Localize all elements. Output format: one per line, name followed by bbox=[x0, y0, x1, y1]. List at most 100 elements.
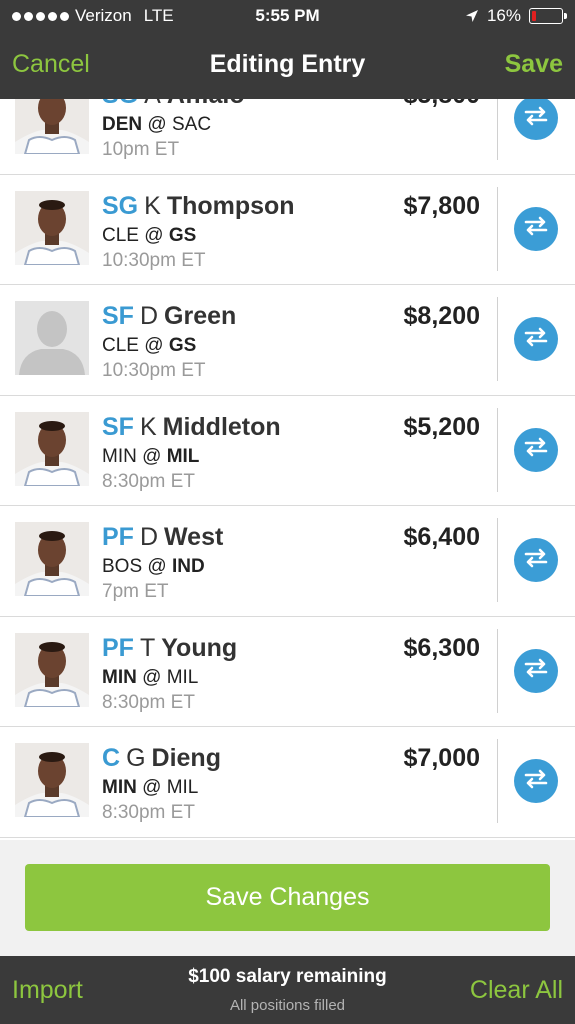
game-time: 8:30pm ET bbox=[102, 802, 195, 823]
player-initial: K bbox=[144, 191, 161, 220]
location-arrow-icon bbox=[465, 9, 479, 23]
player-position: SG bbox=[102, 191, 139, 220]
player-avatar bbox=[15, 522, 89, 596]
player-matchup: MIN @ MIL bbox=[102, 775, 480, 801]
matchup-at: @ bbox=[147, 114, 167, 135]
player-last-name: Dieng bbox=[151, 744, 221, 772]
matchup-at: @ bbox=[142, 666, 162, 688]
player-salary: $6,300 bbox=[403, 633, 480, 662]
game-time: 10pm ET bbox=[102, 139, 180, 160]
swap-player-button[interactable] bbox=[514, 427, 558, 472]
player-avatar bbox=[15, 411, 89, 486]
player-avatar bbox=[15, 632, 89, 707]
player-salary: $6,400 bbox=[403, 523, 480, 551]
home-team: MIL bbox=[166, 666, 199, 688]
save-changes-button[interactable]: Save Changes bbox=[25, 864, 550, 931]
away-team: CLE bbox=[102, 335, 139, 356]
player-row[interactable]: SF K Middleton MIN @ MIL 8:30pm ET $5,200 bbox=[0, 395, 575, 506]
player-position: PF bbox=[102, 633, 134, 662]
player-matchup: CLE @ GS bbox=[102, 333, 480, 359]
swap-arrows-icon bbox=[523, 436, 549, 463]
game-time: 10:30pm ET bbox=[102, 360, 206, 381]
game-time: 8:30pm ET bbox=[102, 691, 195, 713]
player-row[interactable]: SG K Thompson CLE @ GS 10:30pm ET $7,800 bbox=[0, 174, 575, 285]
player-last-name: Thompson bbox=[166, 191, 295, 220]
header: Verizon LTE 5:55 PM 16% Cancel Editing E… bbox=[0, 0, 575, 99]
player-position: C bbox=[102, 744, 121, 772]
player-initial: G bbox=[126, 744, 146, 772]
home-team: GS bbox=[168, 224, 197, 246]
matchup-at: @ bbox=[142, 445, 162, 467]
player-matchup: MIN @ MIL bbox=[102, 444, 480, 470]
row-divider bbox=[497, 297, 498, 381]
player-list[interactable]: SGAAfflaloDEN @ SAC10pm ET$5,800SGKThomp… bbox=[0, 64, 575, 838]
swap-player-button[interactable] bbox=[514, 759, 558, 803]
player-last-name: West bbox=[164, 523, 224, 551]
swap-player-button[interactable] bbox=[514, 538, 558, 582]
bottom-bar: Import $100 salary remaining All positio… bbox=[0, 956, 575, 1024]
matchup-at: @ bbox=[144, 335, 164, 356]
player-position: SF bbox=[102, 302, 134, 330]
player-matchup: MIN @ MIL bbox=[102, 665, 480, 691]
away-team: MIN bbox=[102, 777, 137, 798]
swap-player-button[interactable] bbox=[514, 648, 558, 693]
page-title: Editing Entry bbox=[209, 50, 366, 78]
player-initial: K bbox=[139, 412, 157, 441]
player-row[interactable]: PF T Young MIN @ MIL 8:30pm ET $6,300 bbox=[0, 616, 575, 727]
game-time: 7pm ET bbox=[102, 581, 169, 602]
away-team: DEN bbox=[102, 114, 143, 135]
swap-arrows-icon bbox=[523, 326, 549, 353]
player-initial: D bbox=[139, 523, 159, 551]
home-team: GS bbox=[168, 335, 197, 356]
battery-icon bbox=[529, 8, 567, 24]
player-salary: $5,200 bbox=[403, 412, 480, 441]
row-divider bbox=[497, 628, 498, 713]
player-last-name: Middleton bbox=[162, 412, 281, 441]
player-row[interactable]: PF D West BOS @ IND 7pm ET $6,400 bbox=[0, 506, 575, 617]
player-avatar bbox=[15, 743, 89, 817]
player-position: SF bbox=[102, 412, 134, 441]
player-salary: $7,000 bbox=[403, 744, 480, 772]
editing-entry-screen: SGAAfflaloDEN @ SAC10pm ET$5,800SGKThomp… bbox=[0, 0, 575, 1024]
away-team: MIN bbox=[102, 445, 137, 467]
swap-arrows-icon bbox=[523, 215, 549, 242]
home-team: SAC bbox=[171, 114, 212, 135]
status-bar: Verizon LTE 5:55 PM 16% bbox=[0, 0, 575, 32]
save-button[interactable]: Save bbox=[505, 50, 563, 79]
battery-percent: 16% bbox=[486, 6, 521, 25]
swap-player-button[interactable] bbox=[514, 206, 558, 251]
away-team: BOS bbox=[102, 556, 143, 577]
row-divider bbox=[497, 518, 498, 602]
swap-player-button[interactable] bbox=[514, 96, 558, 140]
matchup-at: @ bbox=[147, 556, 167, 577]
clear-all-button[interactable]: Clear All bbox=[470, 976, 563, 1005]
player-avatar bbox=[15, 301, 89, 375]
swap-arrows-icon bbox=[523, 657, 549, 684]
player-initial: T bbox=[139, 633, 156, 662]
status-right: 16% bbox=[465, 6, 567, 26]
player-position: PF bbox=[102, 523, 134, 551]
player-row[interactable]: C G Dieng MIN @ MIL 8:30pm ET $7,000 bbox=[0, 727, 575, 838]
swap-arrows-icon bbox=[523, 547, 549, 574]
player-matchup: BOS @ IND bbox=[102, 554, 480, 580]
swap-arrows-icon bbox=[523, 768, 549, 795]
player-salary: $8,200 bbox=[403, 302, 480, 330]
player-last-name: Young bbox=[161, 633, 238, 662]
player-initial: D bbox=[139, 302, 159, 330]
game-time: 8:30pm ET bbox=[102, 470, 195, 492]
row-divider bbox=[497, 407, 498, 492]
matchup-at: @ bbox=[142, 777, 162, 798]
player-row[interactable]: SF D Green CLE @ GS 10:30pm ET $8,200 bbox=[0, 285, 575, 396]
home-team: IND bbox=[171, 556, 205, 577]
swap-player-button[interactable] bbox=[514, 317, 558, 361]
swap-arrows-icon bbox=[523, 105, 549, 132]
player-matchup: DEN @ SAC bbox=[102, 112, 480, 138]
game-time: 10:30pm ET bbox=[102, 249, 206, 271]
row-divider bbox=[497, 739, 498, 823]
player-salary: $7,800 bbox=[403, 191, 480, 220]
matchup-at: @ bbox=[144, 224, 164, 246]
battery-level bbox=[532, 11, 537, 21]
away-team: CLE bbox=[102, 224, 139, 246]
player-avatar bbox=[15, 190, 89, 265]
nav-bar: Cancel Editing Entry Save bbox=[0, 32, 575, 99]
